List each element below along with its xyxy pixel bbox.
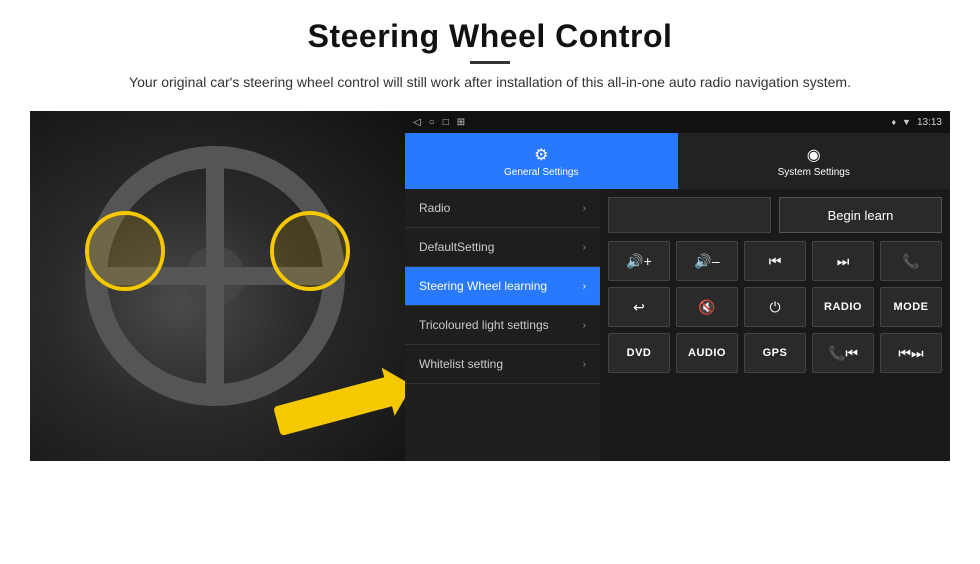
power-button[interactable]: ⏻ bbox=[744, 287, 806, 327]
home-icon[interactable]: ○ bbox=[429, 117, 435, 128]
tab-general-settings[interactable]: ⚙ General Settings bbox=[405, 133, 678, 189]
highlight-right bbox=[270, 211, 350, 291]
arrow-container bbox=[275, 391, 395, 421]
audio-button[interactable]: AUDIO bbox=[676, 333, 738, 373]
call-answer-button[interactable]: ↩ bbox=[608, 287, 670, 327]
subtitle: Your original car's steering wheel contr… bbox=[129, 72, 851, 93]
next-track-button[interactable]: ⏭ bbox=[812, 241, 874, 281]
apps-icon[interactable]: ⊞ bbox=[457, 117, 465, 128]
tab-bar: ⚙ General Settings ◉ System Settings bbox=[405, 133, 950, 189]
tab-system-settings[interactable]: ◉ System Settings bbox=[678, 133, 951, 189]
chevron-tricoloured: › bbox=[583, 320, 586, 331]
chevron-steering: › bbox=[583, 281, 586, 292]
signal-icon: ▼ bbox=[902, 117, 911, 127]
status-left: ◁ ○ □ ⊞ bbox=[413, 117, 465, 128]
main-area: Radio › DefaultSetting › Steering Wheel … bbox=[405, 189, 950, 461]
gps-button[interactable]: GPS bbox=[744, 333, 806, 373]
icon-row-3: DVD AUDIO GPS 📞⏮ ⏮⏭ bbox=[608, 333, 942, 373]
menu-item-whitelist[interactable]: Whitelist setting › bbox=[405, 345, 600, 384]
tab-system-label: System Settings bbox=[778, 167, 850, 178]
prev-track-button[interactable]: ⏮ bbox=[744, 241, 806, 281]
page-title: Steering Wheel Control bbox=[129, 18, 851, 55]
icon-row-2: ↩ 🔇 ⏻ RADIO MODE bbox=[608, 287, 942, 327]
highlight-left bbox=[85, 211, 165, 291]
menu-tricoloured-label: Tricoloured light settings bbox=[419, 318, 583, 332]
menu-steering-label: Steering Wheel learning bbox=[419, 279, 583, 293]
right-panel: Begin learn 🔊+ 🔊– ⏮ ⏭ 📞 bbox=[600, 189, 950, 461]
prev-next-button[interactable]: ⏮⏭ bbox=[880, 333, 942, 373]
menu-whitelist-label: Whitelist setting bbox=[419, 357, 583, 371]
content-row: ◁ ○ □ ⊞ ♦ ▼ 13:13 ⚙ General Settings bbox=[30, 111, 950, 461]
chevron-radio: › bbox=[583, 203, 586, 214]
vol-up-button[interactable]: 🔊+ bbox=[608, 241, 670, 281]
begin-learn-button[interactable]: Begin learn bbox=[779, 197, 942, 233]
menu-item-tricoloured[interactable]: Tricoloured light settings › bbox=[405, 306, 600, 345]
title-divider bbox=[470, 61, 510, 64]
menu-list: Radio › DefaultSetting › Steering Wheel … bbox=[405, 189, 600, 461]
system-settings-icon: ◉ bbox=[807, 145, 821, 165]
radio-button[interactable]: RADIO bbox=[812, 287, 874, 327]
mode-button[interactable]: MODE bbox=[880, 287, 942, 327]
blank-input-box bbox=[608, 197, 771, 233]
menu-item-radio[interactable]: Radio › bbox=[405, 189, 600, 228]
vol-down-button[interactable]: 🔊– bbox=[676, 241, 738, 281]
settings-panel: ◁ ○ □ ⊞ ♦ ▼ 13:13 ⚙ General Settings bbox=[405, 111, 950, 461]
title-section: Steering Wheel Control Your original car… bbox=[129, 18, 851, 93]
back-icon[interactable]: ◁ bbox=[413, 117, 421, 128]
chevron-default: › bbox=[583, 242, 586, 253]
general-settings-icon: ⚙ bbox=[534, 145, 548, 165]
steering-wheel-image bbox=[30, 111, 405, 461]
spoke-vertical bbox=[206, 168, 224, 384]
phone-button[interactable]: 📞 bbox=[880, 241, 942, 281]
recents-icon[interactable]: □ bbox=[443, 117, 449, 128]
icon-grid: 🔊+ 🔊– ⏮ ⏭ 📞 ↩ 🔇 ⏻ RADIO MODE bbox=[608, 241, 942, 373]
icon-row-1: 🔊+ 🔊– ⏮ ⏭ 📞 bbox=[608, 241, 942, 281]
menu-item-steering-wheel[interactable]: Steering Wheel learning › bbox=[405, 267, 600, 306]
location-icon: ♦ bbox=[891, 117, 896, 127]
chevron-whitelist: › bbox=[583, 359, 586, 370]
page-wrapper: Steering Wheel Control Your original car… bbox=[0, 0, 980, 564]
menu-default-label: DefaultSetting bbox=[419, 240, 583, 254]
status-right: ♦ ▼ 13:13 bbox=[891, 117, 942, 128]
tab-general-label: General Settings bbox=[504, 167, 579, 178]
status-bar: ◁ ○ □ ⊞ ♦ ▼ 13:13 bbox=[405, 111, 950, 133]
menu-item-default-setting[interactable]: DefaultSetting › bbox=[405, 228, 600, 267]
mute-button[interactable]: 🔇 bbox=[676, 287, 738, 327]
time-display: 13:13 bbox=[917, 117, 942, 128]
phone-prev-button[interactable]: 📞⏮ bbox=[812, 333, 874, 373]
begin-learn-row: Begin learn bbox=[608, 197, 942, 233]
menu-radio-label: Radio bbox=[419, 201, 583, 215]
dvd-button[interactable]: DVD bbox=[608, 333, 670, 373]
